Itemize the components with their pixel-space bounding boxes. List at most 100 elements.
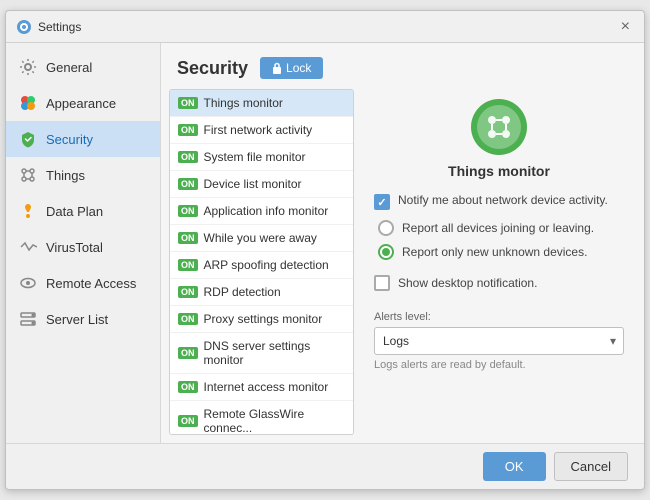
monitor-item-away[interactable]: ON While you were away bbox=[170, 225, 353, 252]
virustotal-icon bbox=[18, 237, 38, 257]
sidebar-item-dataplan[interactable]: Data Plan bbox=[6, 193, 160, 229]
on-badge: ON bbox=[178, 205, 198, 217]
settings-window: Settings × General bbox=[5, 10, 645, 490]
things-icon bbox=[18, 165, 38, 185]
detail-icon-inner bbox=[477, 105, 521, 149]
on-badge: ON bbox=[178, 124, 198, 136]
on-badge: ON bbox=[178, 151, 198, 163]
monitor-item-system-file[interactable]: ON System file monitor bbox=[170, 144, 353, 171]
sidebar-item-virustotal[interactable]: VirusTotal bbox=[6, 229, 160, 265]
sidebar-item-general[interactable]: General bbox=[6, 49, 160, 85]
radio-row-all: Report all devices joining or leaving. bbox=[378, 220, 624, 236]
radio-dot bbox=[382, 248, 390, 256]
show-notif-checkbox[interactable] bbox=[374, 275, 390, 291]
sidebar-label-things: Things bbox=[46, 168, 85, 183]
monitor-label: System file monitor bbox=[204, 150, 306, 164]
show-notif-row: Show desktop notification. bbox=[374, 274, 624, 291]
detail-options: ✓ Notify me about network device activit… bbox=[374, 193, 624, 371]
dataplan-icon bbox=[18, 201, 38, 221]
monitor-item-device-list[interactable]: ON Device list monitor bbox=[170, 171, 353, 198]
alerts-label: Alerts level: bbox=[374, 311, 624, 323]
radio-group: Report all devices joining or leaving. R… bbox=[374, 220, 624, 260]
radio-all-devices[interactable] bbox=[378, 220, 394, 236]
ok-button[interactable]: OK bbox=[483, 452, 546, 481]
monitor-item-app-info[interactable]: ON Application info monitor bbox=[170, 198, 353, 225]
notify-checkbox[interactable]: ✓ bbox=[374, 194, 390, 210]
radio-new-devices[interactable] bbox=[378, 244, 394, 260]
monitor-item-rdp[interactable]: ON RDP detection bbox=[170, 279, 353, 306]
monitor-label: Things monitor bbox=[204, 96, 283, 110]
monitor-item-things[interactable]: ON Things monitor bbox=[170, 90, 353, 117]
alerts-section: Alerts level: Logs Logs alerts are read … bbox=[374, 311, 624, 371]
title-bar: Settings × bbox=[6, 11, 644, 43]
radio-all-label: Report all devices joining or leaving. bbox=[402, 221, 594, 235]
monitor-label: While you were away bbox=[204, 231, 317, 245]
monitor-item-remote-gw[interactable]: ON Remote GlassWire connec... bbox=[170, 401, 353, 435]
things-detail-icon bbox=[485, 113, 513, 141]
app-icon bbox=[16, 19, 32, 35]
sidebar-item-serverlist[interactable]: Server List bbox=[6, 301, 160, 337]
remoteaccess-icon bbox=[18, 273, 38, 293]
radio-new-label: Report only new unknown devices. bbox=[402, 245, 587, 259]
sidebar: General Appearance bbox=[6, 43, 161, 443]
monitor-label: DNS server settings monitor bbox=[204, 339, 346, 367]
on-badge: ON bbox=[178, 232, 198, 244]
show-notif-label: Show desktop notification. bbox=[398, 276, 537, 290]
monitor-label: ARP spoofing detection bbox=[204, 258, 329, 272]
sidebar-label-appearance: Appearance bbox=[46, 96, 116, 111]
main-content: General Appearance bbox=[6, 43, 644, 443]
monitor-label: First network activity bbox=[204, 123, 313, 137]
close-button[interactable]: × bbox=[617, 19, 634, 35]
detail-icon-wrap bbox=[374, 99, 624, 155]
sidebar-label-remoteaccess: Remote Access bbox=[46, 276, 136, 291]
lock-label: Lock bbox=[286, 61, 311, 75]
shield-icon bbox=[18, 129, 38, 149]
lock-icon bbox=[272, 62, 282, 74]
serverlist-icon bbox=[18, 309, 38, 329]
lock-button[interactable]: Lock bbox=[260, 57, 323, 79]
radio-row-new: Report only new unknown devices. bbox=[378, 244, 624, 260]
monitor-item-arp[interactable]: ON ARP spoofing detection bbox=[170, 252, 353, 279]
sidebar-item-appearance[interactable]: Appearance bbox=[6, 85, 160, 121]
monitor-label: Internet access monitor bbox=[204, 380, 329, 394]
footer: OK Cancel bbox=[6, 443, 644, 489]
on-badge: ON bbox=[178, 381, 198, 393]
sidebar-label-serverlist: Server List bbox=[46, 312, 108, 327]
detail-icon-circle bbox=[471, 99, 527, 155]
sidebar-label-security: Security bbox=[46, 132, 93, 147]
monitor-label: Device list monitor bbox=[204, 177, 302, 191]
sidebar-item-remoteaccess[interactable]: Remote Access bbox=[6, 265, 160, 301]
on-badge: ON bbox=[178, 97, 198, 109]
panel-title: Security bbox=[177, 58, 248, 79]
alerts-note: Logs alerts are read by default. bbox=[374, 359, 624, 371]
monitor-item-dns[interactable]: ON DNS server settings monitor bbox=[170, 333, 353, 374]
monitor-label: Application info monitor bbox=[204, 204, 329, 218]
on-badge: ON bbox=[178, 313, 198, 325]
panel: Security Lock ON Things monitor bbox=[161, 43, 644, 443]
detail-name: Things monitor bbox=[374, 163, 624, 179]
gear-icon bbox=[18, 57, 38, 77]
alerts-select-wrapper: Logs bbox=[374, 327, 624, 355]
on-badge: ON bbox=[178, 259, 198, 271]
alerts-select[interactable]: Logs bbox=[374, 327, 624, 355]
monitor-item-first-network[interactable]: ON First network activity bbox=[170, 117, 353, 144]
notify-checkbox-row: ✓ Notify me about network device activit… bbox=[374, 193, 624, 210]
sidebar-label-dataplan: Data Plan bbox=[46, 204, 103, 219]
panel-body: ON Things monitor ON First network activ… bbox=[161, 89, 644, 443]
monitor-item-proxy[interactable]: ON Proxy settings monitor bbox=[170, 306, 353, 333]
sidebar-item-security[interactable]: Security bbox=[6, 121, 160, 157]
panel-header: Security Lock bbox=[161, 43, 644, 89]
on-badge: ON bbox=[178, 415, 198, 427]
sidebar-label-virustotal: VirusTotal bbox=[46, 240, 103, 255]
cancel-button[interactable]: Cancel bbox=[554, 452, 628, 481]
monitor-label: Remote GlassWire connec... bbox=[204, 407, 346, 435]
detail-panel: Things monitor ✓ Notify me about network… bbox=[362, 89, 636, 435]
monitor-list[interactable]: ON Things monitor ON First network activ… bbox=[169, 89, 354, 435]
on-badge: ON bbox=[178, 347, 198, 359]
on-badge: ON bbox=[178, 178, 198, 190]
on-badge: ON bbox=[178, 286, 198, 298]
window-title: Settings bbox=[38, 20, 617, 34]
sidebar-item-things[interactable]: Things bbox=[6, 157, 160, 193]
monitor-label: RDP detection bbox=[204, 285, 281, 299]
monitor-item-internet[interactable]: ON Internet access monitor bbox=[170, 374, 353, 401]
